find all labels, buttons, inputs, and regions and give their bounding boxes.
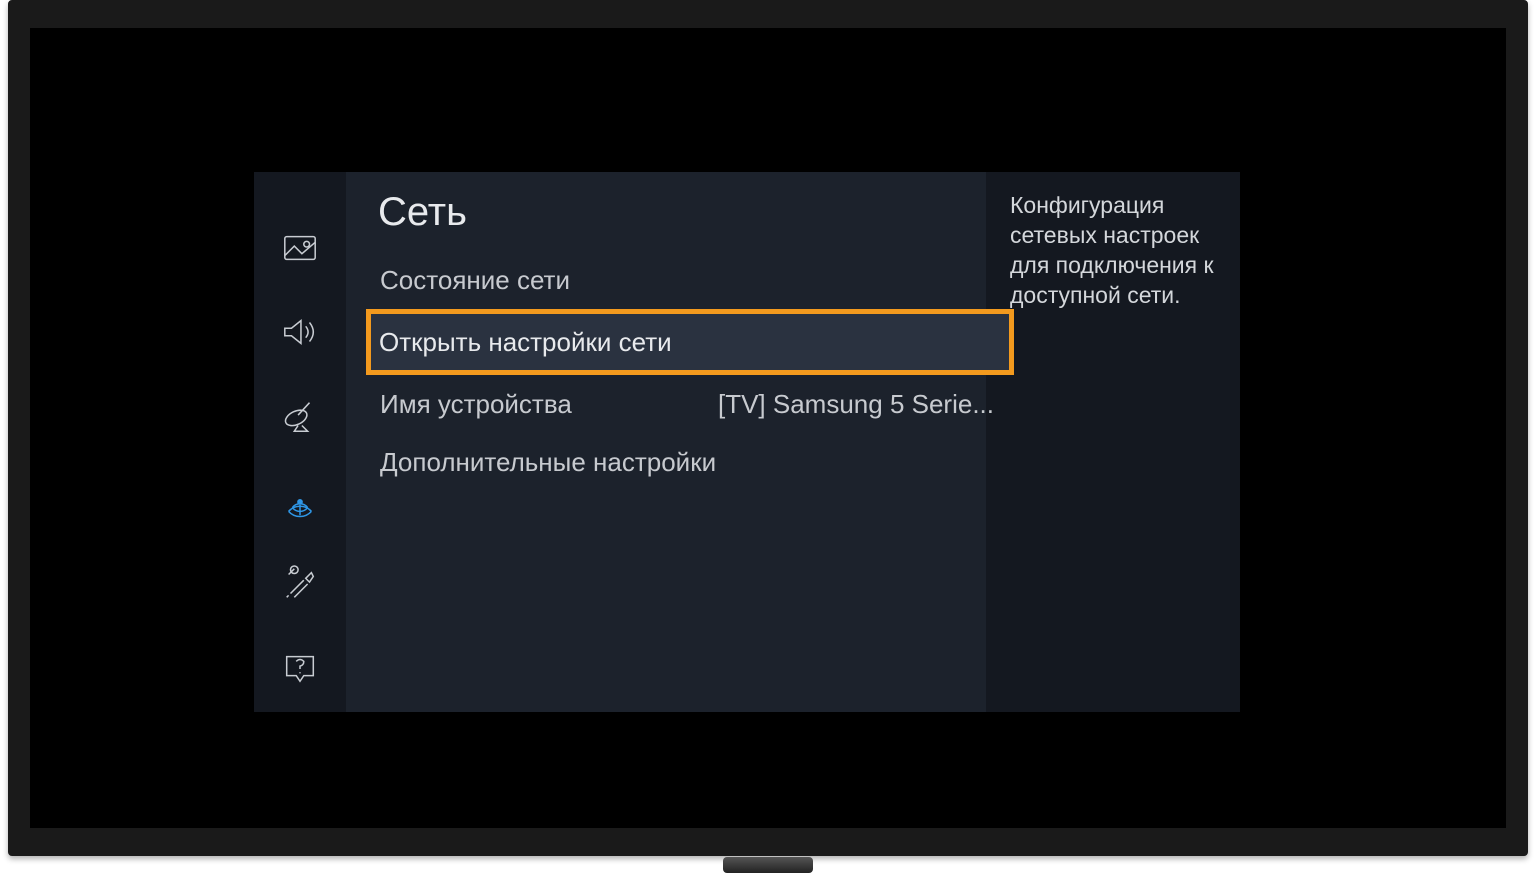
- sound-icon[interactable]: [280, 314, 320, 350]
- menu-item-open-network-settings[interactable]: Открыть настройки сети: [366, 309, 1014, 375]
- tv-screen: Сеть Состояние сети Открыть настройки се…: [30, 28, 1506, 828]
- menu-item-value: [TV] Samsung 5 Serie...: [718, 389, 994, 420]
- settings-main: Сеть Состояние сети Открыть настройки се…: [346, 172, 986, 712]
- picture-icon[interactable]: [280, 230, 320, 266]
- page-title: Сеть: [376, 186, 986, 251]
- menu-item-label: Имя устройства: [370, 389, 572, 420]
- tv-frame: Сеть Состояние сети Открыть настройки се…: [8, 0, 1528, 856]
- menu-item-network-status[interactable]: Состояние сети: [366, 251, 1014, 309]
- menu-item-label: Дополнительные настройки: [370, 447, 716, 478]
- settings-sidebar: [254, 172, 346, 712]
- menu-item-device-name[interactable]: Имя устройства [TV] Samsung 5 Serie...: [366, 375, 1014, 433]
- menu-item-label: Открыть настройки сети: [371, 327, 672, 358]
- system-icon[interactable]: [280, 566, 320, 602]
- menu-item-label: Состояние сети: [370, 265, 570, 296]
- network-icon[interactable]: [280, 482, 320, 518]
- tv-stand: [723, 857, 813, 873]
- broadcasting-icon[interactable]: [280, 398, 320, 434]
- menu-item-expert-settings[interactable]: Дополнительные настройки: [366, 433, 1014, 491]
- settings-help-panel: Конфигурация сетевых настроек для подклю…: [986, 172, 1240, 712]
- support-icon[interactable]: [280, 650, 320, 686]
- settings-panel: Сеть Состояние сети Открыть настройки се…: [254, 172, 1240, 712]
- help-text: Конфигурация сетевых настроек для подклю…: [1010, 190, 1230, 310]
